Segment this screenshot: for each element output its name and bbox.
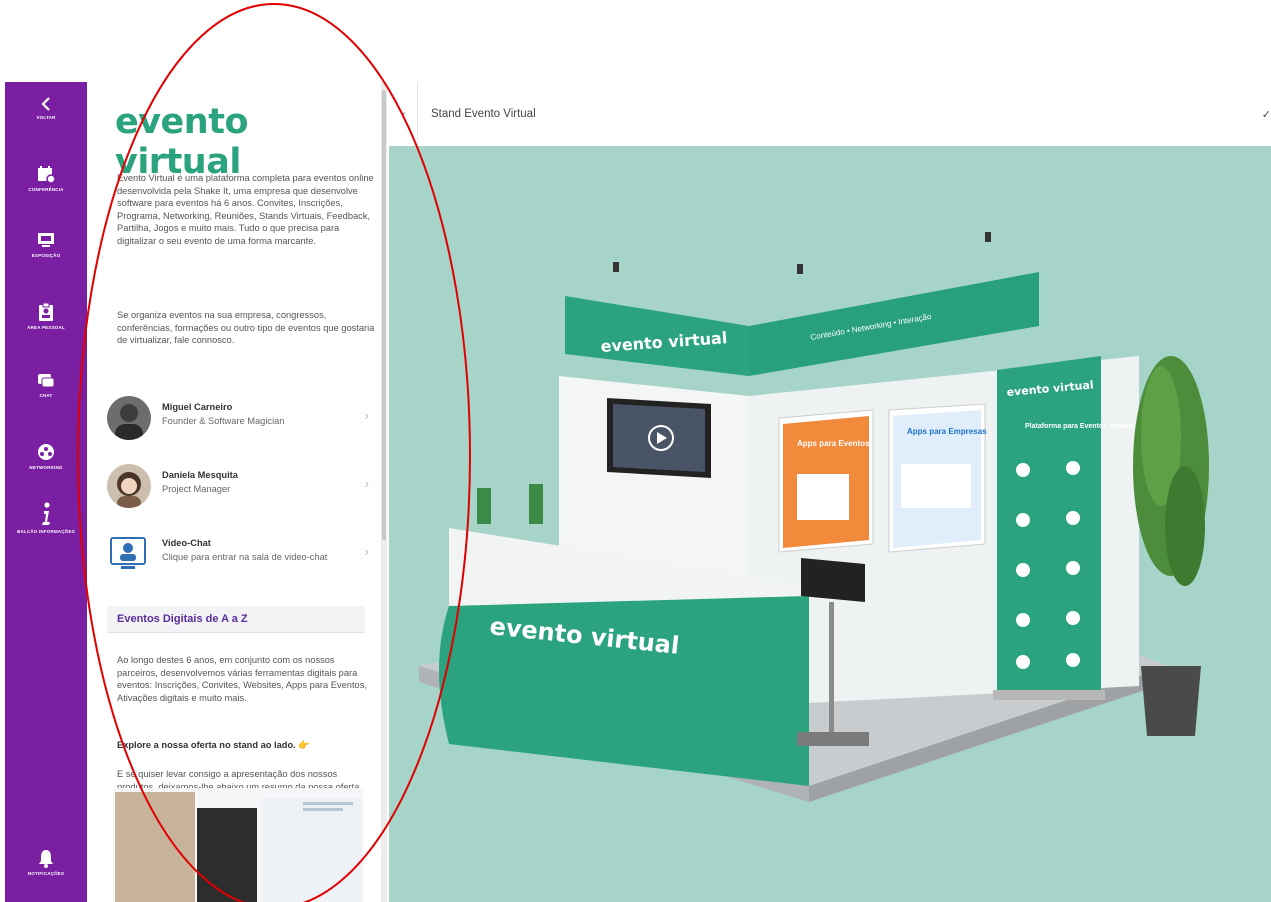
check-icon[interactable]: ✓ — [1262, 108, 1271, 121]
section-title-bar: Eventos Digitais de A a Z — [107, 606, 365, 633]
rail-notifications-label: NOTIFICAÇÕES — [27, 871, 65, 876]
poster-1-title: Apps para Eventos — [797, 439, 870, 448]
evento-virtual-logo: evento virtual — [115, 102, 248, 182]
calendar-icon — [38, 166, 56, 184]
brochure-thumbnail[interactable] — [113, 788, 363, 902]
contact-name: Miguel Carneiro — [162, 402, 233, 412]
rail-networking[interactable]: NETWORKING — [5, 442, 87, 471]
rail-back-label: VOLTAR — [36, 115, 56, 120]
explore-line: Explore a nossa oferta no stand ao lado.… — [117, 740, 310, 750]
intro-paragraph: Evento Virtual é uma plataforma completa… — [117, 173, 374, 246]
rail-notifications[interactable]: NOTIFICAÇÕES — [5, 848, 87, 877]
chevron-right-icon: › — [364, 544, 369, 559]
virtual-booth-illustration[interactable]: evento virtual Conteúdo • Networking • I… — [389, 146, 1271, 902]
banner-title: Plataforma para Eventos Virtuais — [1025, 423, 1135, 430]
avatar — [107, 396, 151, 440]
rail-conference[interactable]: CONFERÊNCIA — [5, 164, 87, 193]
chevron-left-icon: ‹ — [401, 106, 406, 122]
rail-info-desk[interactable]: BALCÃO INFORMAÇÕES — [5, 502, 87, 535]
video-chat-icon — [107, 532, 151, 576]
avatar — [107, 464, 151, 508]
rail-back[interactable]: VOLTAR — [5, 96, 87, 121]
presentation-icon — [38, 233, 54, 247]
rail-chat[interactable]: CHAT — [5, 372, 87, 399]
section-body: Ao longo destes 6 anos, em conjunto com … — [117, 655, 367, 703]
network-icon — [38, 444, 54, 460]
video-chat-card[interactable]: Video-Chat Clique para entrar na sala de… — [107, 532, 377, 582]
main-nav-rail: VOLTAR CONFERÊNCIA EXPOSIÇÃO ÁREA PESSOA… — [5, 82, 87, 902]
poster-2-title: Apps para Empresas — [907, 427, 987, 436]
contact-role: Founder & Software Magician — [162, 416, 285, 426]
contact-card[interactable]: Miguel Carneiro Founder & Software Magic… — [107, 396, 377, 446]
chevron-right-icon: › — [364, 476, 369, 491]
rail-personal-area[interactable]: ÁREA PESSOAL — [5, 302, 87, 331]
stand-title: Stand Evento Virtual — [431, 108, 536, 120]
contact-role: Project Manager — [162, 484, 231, 494]
rail-personal-area-label: ÁREA PESSOAL — [27, 325, 65, 330]
stand-header: ‹ Stand Evento Virtual ✓ — [389, 82, 1271, 147]
contact-name: Video-Chat — [162, 538, 211, 548]
rail-chat-label: CHAT — [39, 393, 53, 398]
contact-role: Clique para entrar na sala de video-chat — [162, 552, 328, 562]
stand-back-button[interactable]: ‹ — [393, 82, 418, 146]
chat-icon — [38, 374, 55, 388]
contact-name: Daniela Mesquita — [162, 470, 238, 480]
virtual-stand-stage: evento virtual Conteúdo • Networking • I… — [389, 146, 1271, 902]
chevron-left-icon — [41, 97, 50, 111]
rail-exhibition-label: EXPOSIÇÃO — [31, 253, 61, 258]
chevron-right-icon: › — [364, 408, 369, 423]
rail-info-desk-label: BALCÃO INFORMAÇÕES — [17, 529, 75, 534]
rail-conference-label: CONFERÊNCIA — [28, 187, 64, 192]
rail-networking-label: NETWORKING — [29, 465, 63, 470]
section-title: Eventos Digitais de A a Z — [117, 613, 248, 625]
intro-paragraph-2: Se organiza eventos na sua empresa, cong… — [117, 310, 375, 346]
bell-icon — [39, 850, 53, 868]
rail-exhibition[interactable]: EXPOSIÇÃO — [5, 230, 87, 259]
info-panel: evento virtual Evento Virtual é uma plat… — [87, 82, 385, 902]
info-icon — [42, 502, 50, 525]
contact-card[interactable]: Daniela Mesquita Project Manager › — [107, 464, 377, 514]
badge-icon — [39, 302, 53, 321]
panel-scroll-thumb[interactable] — [382, 90, 386, 540]
